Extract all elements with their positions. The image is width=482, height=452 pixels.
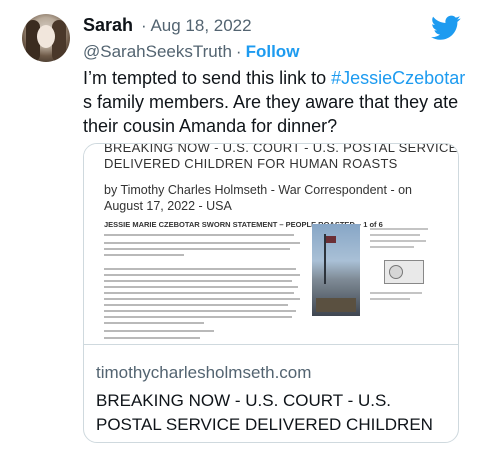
author-name[interactable]: Sarah: [83, 15, 133, 36]
follow-button[interactable]: Follow: [246, 42, 300, 61]
document-text-line: [104, 304, 288, 306]
harbor-photo: [312, 224, 360, 316]
notary-stamp: [384, 260, 424, 284]
separator-dot: ·: [235, 42, 242, 61]
document-text-line: [104, 330, 214, 332]
document-text-line: [104, 316, 292, 318]
tweet-text-start: I’m tempted to send this link to: [83, 68, 332, 88]
avatar-face: [37, 25, 55, 48]
document-text-line: [104, 322, 204, 324]
document-text-line: [370, 228, 428, 230]
flag: [326, 236, 336, 243]
photo-caption-box: [316, 298, 356, 312]
document-text-line: [104, 298, 300, 300]
card-footer[interactable]: timothycharlesholmseth.com BREAKING NOW …: [84, 344, 458, 442]
author-handle[interactable]: @SarahSeeksTruth: [83, 42, 232, 61]
document-text-line: [104, 337, 200, 339]
link-card[interactable]: BREAKING NOW - U.S. COURT - U.S. POSTAL …: [83, 143, 459, 443]
avatar[interactable]: [22, 14, 70, 62]
document-text-line: [104, 242, 300, 244]
tweet-date[interactable]: · Aug 18, 2022: [141, 16, 252, 36]
document-text-line: [370, 298, 410, 300]
handle-row: @SarahSeeksTruth · Follow: [83, 42, 299, 62]
document-text-line: [370, 292, 422, 294]
card-title[interactable]: BREAKING NOW - U.S. COURT - U.S. POSTAL …: [96, 389, 451, 442]
card-domain[interactable]: timothycharlesholmseth.com: [96, 363, 311, 383]
notary-seal: [389, 265, 403, 279]
document-text-line: [104, 234, 294, 236]
card-image-headline-line1: BREAKING NOW - U.S. COURT - U.S. POSTAL …: [104, 144, 458, 155]
document-text-line: [104, 280, 292, 282]
hashtag-link[interactable]: #JessieCzebotar: [331, 68, 465, 88]
document-text-line: [104, 286, 298, 288]
twitter-bird-icon[interactable]: [431, 15, 461, 41]
tweet-text: I’m tempted to send this link to #Jessie…: [83, 66, 478, 138]
tweet[interactable]: Sarah · Aug 18, 2022 @SarahSeeksTruth · Fo…: [0, 0, 482, 452]
document-text-line: [104, 248, 290, 250]
tweet-text-end: s family members. Are they aware that th…: [83, 92, 459, 136]
document-text-line: [370, 240, 426, 242]
document-text-line: [104, 292, 294, 294]
document-text-line: [104, 274, 300, 276]
card-image-headline-line2: DELIVERED CHILDREN FOR HUMAN ROASTS: [104, 156, 398, 171]
document-text-line: [104, 310, 296, 312]
document-text-line: [370, 246, 414, 248]
document-text-line: [104, 268, 296, 270]
card-image-byline: by Timothy Charles Holmseth - War Corres…: [104, 183, 412, 213]
card-image[interactable]: BREAKING NOW - U.S. COURT - U.S. POSTAL …: [84, 144, 458, 344]
document-text-line: [370, 234, 420, 236]
document-text-line: [104, 254, 184, 256]
